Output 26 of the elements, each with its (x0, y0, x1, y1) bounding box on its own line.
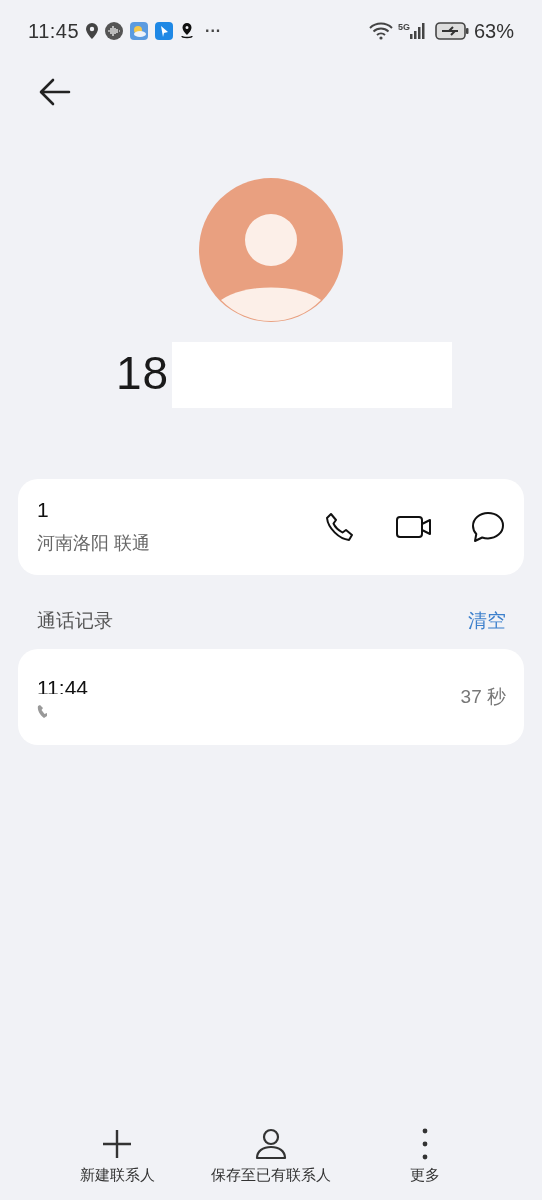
plus-icon[interactable] (101, 1127, 133, 1160)
avatar-icon (199, 178, 343, 322)
signal-icon (409, 23, 426, 39)
section-title: 通话记录 (37, 608, 113, 633)
map-pin-icon (180, 22, 195, 40)
person-icon[interactable] (255, 1127, 287, 1160)
more-notifications: ··· (205, 21, 222, 41)
wifi-icon (368, 22, 393, 40)
clear-button[interactable]: 清空 (468, 606, 506, 636)
phone-number: 1 (37, 497, 50, 524)
battery-charging-icon (434, 22, 469, 40)
bottom-action-button[interactable]: 更多 (355, 1127, 495, 1186)
call-duration: 37 秒 (460, 684, 506, 709)
video-camera-icon[interactable] (396, 515, 432, 539)
status-time: 11:45 (28, 19, 80, 44)
bottom-action-button[interactable]: 新建联系人 (47, 1127, 187, 1186)
contact-number: 18 (116, 350, 170, 396)
network-type: 5G (397, 23, 410, 32)
number-location: 河南洛阳 联通 (37, 531, 150, 555)
weather-app-icon (130, 22, 149, 40)
location-pin-icon (86, 23, 99, 39)
phone-icon (37, 703, 47, 718)
app-notification-icon (155, 22, 174, 40)
battery-level: 63% (473, 19, 514, 44)
sound-wave-icon (105, 22, 124, 40)
bottom-action-button[interactable]: 保存至已有联系人 (201, 1127, 341, 1186)
